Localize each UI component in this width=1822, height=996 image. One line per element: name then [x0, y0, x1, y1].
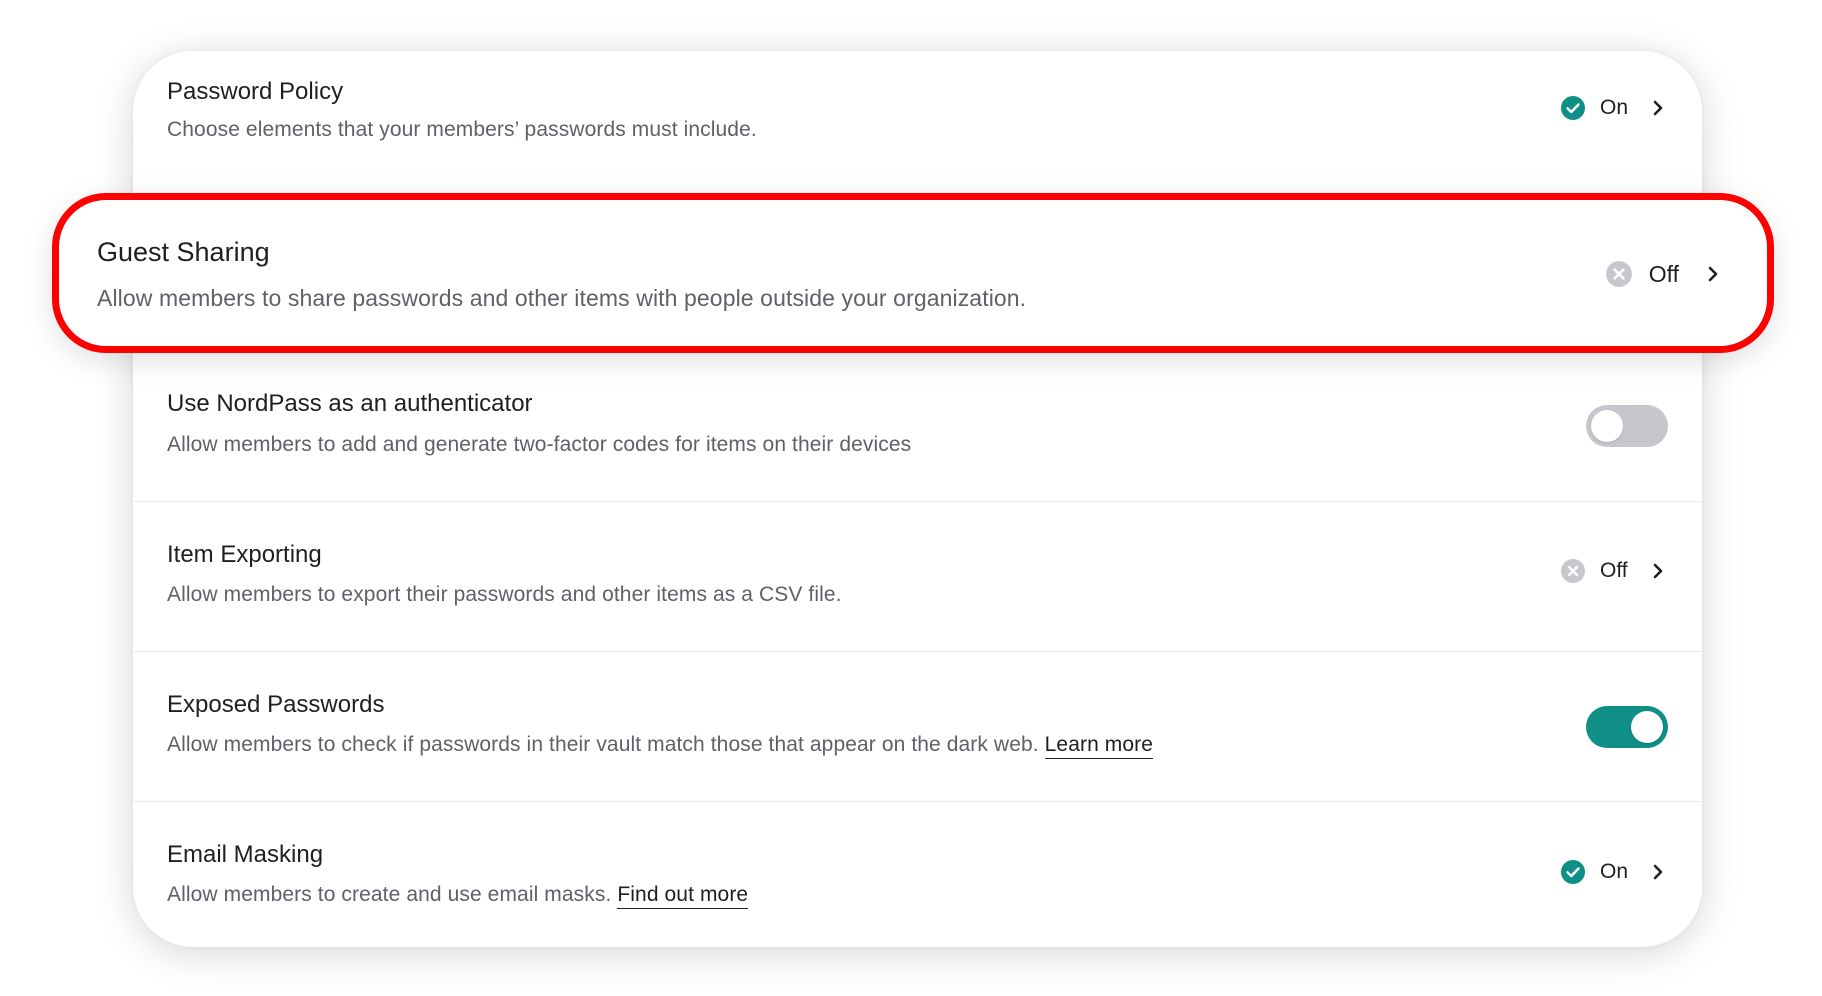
policy-description: Choose elements that your members’ passw… [167, 118, 757, 141]
policy-row-guest-sharing[interactable]: Guest Sharing Allow members to share pas… [52, 193, 1774, 353]
policy-row-password-policy[interactable]: Password Policy Choose elements that you… [133, 51, 1702, 201]
policy-status-button[interactable]: Off [1560, 558, 1668, 584]
status-label: Off [1648, 260, 1679, 287]
chevron-right-icon [1648, 561, 1668, 581]
policy-title: Item Exporting [167, 541, 322, 568]
status-label: On [1599, 860, 1628, 883]
policy-title: Exposed Passwords [167, 691, 385, 718]
policy-status-button[interactable]: Off [1605, 260, 1723, 288]
policy-row-email-masking[interactable]: Email Masking Allow members to create an… [133, 801, 1702, 947]
policy-row-item-exporting[interactable]: Item Exporting Allow members to export t… [133, 501, 1702, 651]
status-label: On [1599, 96, 1628, 119]
screenshot-stage: Password Policy Choose elements that you… [0, 0, 1822, 996]
find-out-more-link[interactable]: Find out more [617, 883, 749, 909]
policy-settings-card: Password Policy Choose elements that you… [133, 51, 1702, 947]
toggle-knob [1631, 711, 1663, 743]
x-circle-icon [1560, 558, 1586, 584]
policy-row-authenticator[interactable]: Use NordPass as an authenticator Allow m… [133, 351, 1702, 501]
policy-row-exposed-passwords[interactable]: Exposed Passwords Allow members to check… [133, 651, 1702, 801]
check-circle-icon [1560, 95, 1586, 121]
policy-description: Allow members to create and use email ma… [167, 883, 749, 909]
chevron-right-icon [1648, 862, 1668, 882]
exposed-passwords-toggle[interactable] [1586, 706, 1668, 748]
policy-title: Email Masking [167, 841, 324, 868]
check-circle-icon [1560, 859, 1586, 885]
x-circle-icon [1605, 260, 1633, 288]
policy-description: Allow members to check if passwords in t… [167, 733, 1154, 759]
policy-status-button[interactable]: On [1560, 859, 1668, 885]
policy-description: Allow members to export their passwords … [167, 583, 842, 606]
chevron-right-icon [1648, 98, 1668, 118]
policy-status-button[interactable]: On [1560, 95, 1668, 121]
chevron-right-icon [1703, 264, 1723, 284]
policy-title: Use NordPass as an authenticator [167, 390, 533, 417]
toggle-knob [1591, 410, 1623, 442]
description-text: Allow members to create and use email ma… [167, 883, 612, 906]
policy-title: Guest Sharing [97, 237, 270, 267]
policy-description: Allow members to add and generate two-fa… [167, 433, 912, 456]
authenticator-toggle[interactable] [1586, 405, 1668, 447]
learn-more-link[interactable]: Learn more [1044, 733, 1154, 759]
policy-description: Allow members to share passwords and oth… [97, 285, 1027, 311]
description-text: Allow members to check if passwords in t… [167, 733, 1039, 756]
status-label: Off [1600, 559, 1628, 582]
policy-title: Password Policy [167, 78, 344, 105]
